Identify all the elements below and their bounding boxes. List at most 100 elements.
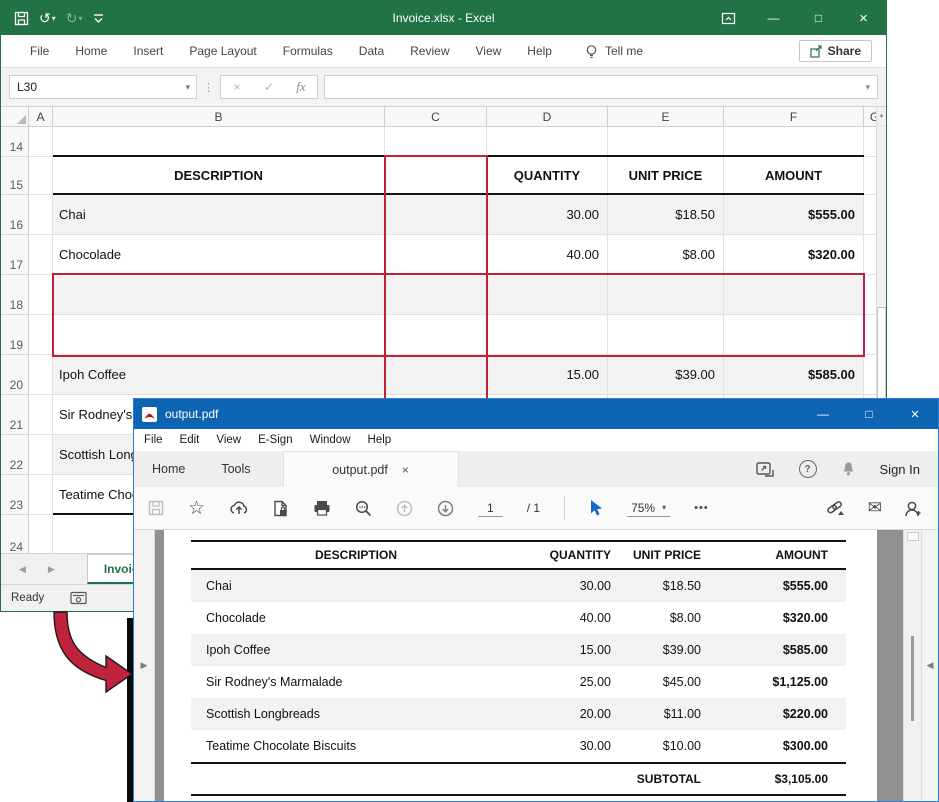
ribbon-tab-help[interactable]: Help xyxy=(514,35,565,67)
cell-c14[interactable] xyxy=(385,127,487,157)
row-header-23[interactable]: 23 xyxy=(1,475,29,515)
sheet-nav-right-icon[interactable]: ▶ xyxy=(48,564,55,575)
cell-a15[interactable] xyxy=(29,157,53,195)
pdf-menu-window[interactable]: Window xyxy=(310,434,351,446)
ribbon-tab-review[interactable]: Review xyxy=(397,35,462,67)
cell-e20[interactable]: $39.00 xyxy=(608,355,724,395)
cell-quantity-header[interactable]: QUANTITY xyxy=(487,157,608,195)
cell-d20[interactable]: 15.00 xyxy=(487,355,608,395)
formula-input[interactable]: ▾ xyxy=(324,75,878,99)
tab-home[interactable]: Home xyxy=(134,451,203,487)
name-box-caret-icon[interactable]: ▾ xyxy=(185,82,190,93)
pdf-menu-file[interactable]: File xyxy=(144,434,163,446)
cell-a24[interactable] xyxy=(29,515,53,553)
column-header-a[interactable]: A xyxy=(29,107,53,127)
minimize-button[interactable]: — xyxy=(751,1,796,35)
cell-a16[interactable] xyxy=(29,195,53,235)
cell-e16[interactable]: $18.50 xyxy=(608,195,724,235)
pdf-menu-help[interactable]: Help xyxy=(368,434,392,446)
customize-qat-icon[interactable] xyxy=(90,10,107,26)
ribbon-tab-file[interactable]: File xyxy=(17,35,62,67)
ribbon-tab-formulas[interactable]: Formulas xyxy=(270,35,346,67)
cancel-entry-icon[interactable]: × xyxy=(221,80,253,94)
cell-b20[interactable]: Ipoh Coffee xyxy=(53,355,385,395)
tab-close-icon[interactable]: × xyxy=(402,463,409,477)
cell-b16[interactable]: Chai xyxy=(53,195,385,235)
cell-e14[interactable] xyxy=(608,127,724,157)
cell-a23[interactable] xyxy=(29,475,53,515)
ribbon-tab-home[interactable]: Home xyxy=(62,35,120,67)
cell-description-header[interactable]: DESCRIPTION xyxy=(53,157,385,195)
row-header-14[interactable]: 14 xyxy=(1,127,29,157)
cell-a14[interactable] xyxy=(29,127,53,157)
row-header-21[interactable]: 21 xyxy=(1,395,29,435)
save-icon[interactable] xyxy=(11,9,32,28)
row-header-20[interactable]: 20 xyxy=(1,355,29,395)
tab-tools[interactable]: Tools xyxy=(203,451,268,487)
bell-icon[interactable] xyxy=(841,461,856,477)
scroll-up-icon[interactable]: ▲ xyxy=(877,107,886,126)
pdf-right-panel-expand[interactable]: ◀ xyxy=(921,530,938,801)
expand-right-panel-icon[interactable]: ◀ xyxy=(927,660,934,671)
column-header-d[interactable]: D xyxy=(487,107,608,127)
cell-f20[interactable]: $585.00 xyxy=(724,355,864,395)
column-header-c[interactable]: C xyxy=(385,107,487,127)
name-box[interactable]: L30 ▾ xyxy=(9,75,197,99)
row-header-15[interactable]: 15 xyxy=(1,157,29,195)
cell-a19[interactable] xyxy=(29,315,53,355)
insert-function-icon[interactable]: fx xyxy=(285,79,317,95)
ribbon-tab-page-layout[interactable]: Page Layout xyxy=(176,35,269,67)
cell-f17[interactable]: $320.00 xyxy=(724,235,864,275)
row-header-18[interactable]: 18 xyxy=(1,275,29,315)
cell-amount-header[interactable]: AMOUNT xyxy=(724,157,864,195)
sheet-nav-left-icon[interactable]: ◀ xyxy=(19,564,26,575)
pdf-scrollbar-thumb[interactable] xyxy=(911,636,914,721)
cell-d17[interactable]: 40.00 xyxy=(487,235,608,275)
search-zoom-icon[interactable] xyxy=(355,500,372,517)
email-icon[interactable]: ✉ xyxy=(868,498,882,518)
ribbon-tab-insert[interactable]: Insert xyxy=(120,35,176,67)
redo-button[interactable]: ↻▾ xyxy=(63,8,86,29)
zoom-caret-icon[interactable]: ▾ xyxy=(662,503,666,512)
confirm-entry-icon[interactable]: ✓ xyxy=(253,80,285,94)
next-page-icon[interactable] xyxy=(437,500,454,517)
page-lock-icon[interactable] xyxy=(273,500,289,517)
pdf-menu-esign[interactable]: E-Sign xyxy=(258,434,293,446)
cell-f16[interactable]: $555.00 xyxy=(724,195,864,235)
close-button[interactable]: × xyxy=(841,1,886,35)
pdf-scroll-button[interactable] xyxy=(907,532,919,541)
row-header-17[interactable]: 17 xyxy=(1,235,29,275)
page-number-input[interactable]: 1 xyxy=(478,500,503,517)
pdf-menu-edit[interactable]: Edit xyxy=(180,434,200,446)
cell-b17[interactable]: Chocolade xyxy=(53,235,385,275)
pdf-maximize-button[interactable]: □ xyxy=(846,399,892,429)
pdf-left-panel-expand[interactable]: ▶ xyxy=(134,530,155,801)
cloud-upload-icon[interactable] xyxy=(229,500,249,516)
cell-d16[interactable]: 30.00 xyxy=(487,195,608,235)
pdf-menu-view[interactable]: View xyxy=(216,434,241,446)
zoom-level-control[interactable]: 75% ▾ xyxy=(627,500,670,517)
add-user-icon[interactable] xyxy=(904,500,922,517)
cell-b14[interactable] xyxy=(53,127,385,157)
cell-e17[interactable]: $8.00 xyxy=(608,235,724,275)
column-header-f[interactable]: F xyxy=(724,107,864,127)
tab-document[interactable]: output.pdf × xyxy=(283,451,459,487)
cell-a18[interactable] xyxy=(29,275,53,315)
sign-in-button[interactable]: Sign In xyxy=(880,462,920,477)
share-link-icon[interactable] xyxy=(825,499,846,517)
row-header-22[interactable]: 22 xyxy=(1,435,29,475)
undo-caret-icon[interactable]: ▾ xyxy=(52,14,56,23)
pdf-vertical-scrollbar[interactable] xyxy=(903,530,922,801)
ribbon-display-options-icon[interactable] xyxy=(706,1,751,35)
share-button[interactable]: Share xyxy=(799,40,872,62)
more-tools-icon[interactable]: ••• xyxy=(694,502,709,514)
share-screen-icon[interactable] xyxy=(756,461,775,478)
expand-left-panel-icon[interactable]: ▶ xyxy=(141,660,148,671)
ribbon-tab-view[interactable]: View xyxy=(463,35,515,67)
cell-d14[interactable] xyxy=(487,127,608,157)
cell-a20[interactable] xyxy=(29,355,53,395)
cell-f14[interactable] xyxy=(724,127,864,157)
previous-page-icon[interactable] xyxy=(396,500,413,517)
column-header-b[interactable]: B xyxy=(53,107,385,127)
row-header-24[interactable]: 24 xyxy=(1,515,29,553)
